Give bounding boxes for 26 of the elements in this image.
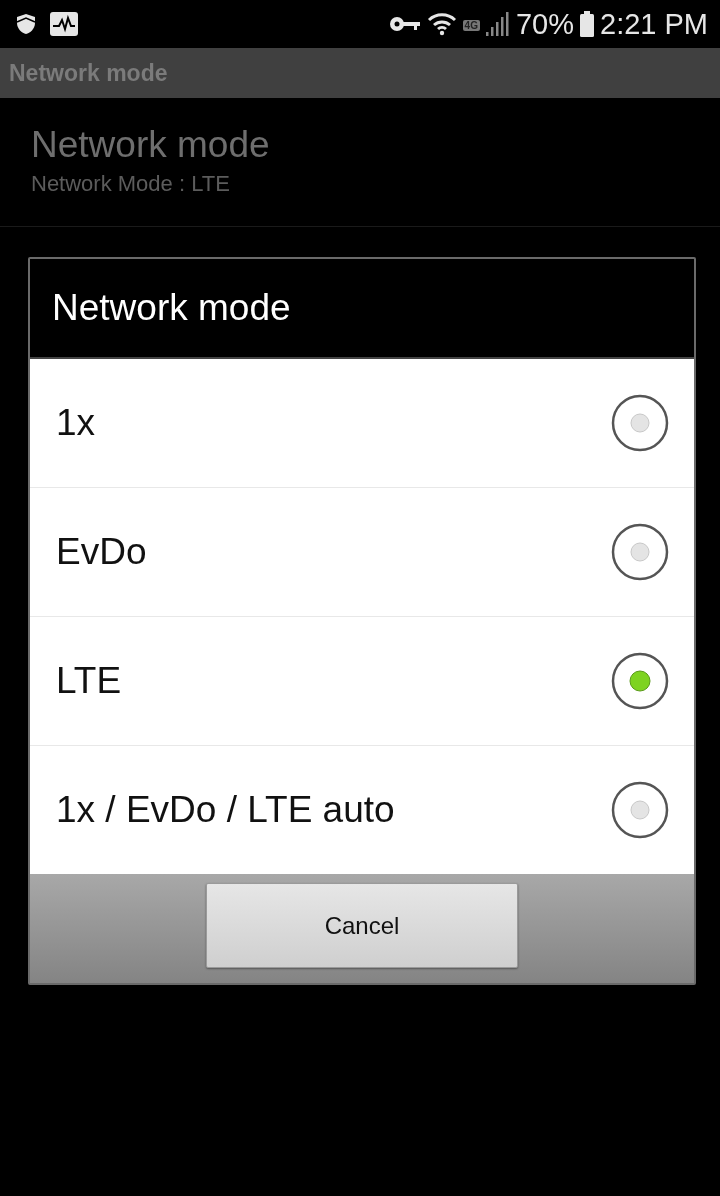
wifi-icon (426, 12, 457, 36)
signal-icon (485, 12, 510, 36)
dialog-title: Network mode (52, 287, 291, 329)
preference-summary: Network Mode : LTE (31, 171, 230, 197)
option-row[interactable]: 1x (30, 359, 694, 488)
option-row[interactable]: EvDo (30, 488, 694, 617)
shield-icon (16, 13, 36, 35)
preference-title: Network mode (31, 124, 270, 166)
option-row[interactable]: LTE (30, 617, 694, 746)
radio-button[interactable] (611, 781, 669, 839)
battery-percent: 70% (515, 7, 574, 41)
key-icon (388, 15, 421, 33)
cancel-button[interactable]: Cancel (206, 883, 518, 968)
clock-time: 2:21 PM (600, 7, 708, 41)
radio-button[interactable] (611, 523, 669, 581)
option-label: EvDo (56, 531, 147, 573)
option-label: LTE (56, 660, 122, 702)
radio-button[interactable] (611, 652, 669, 710)
option-row[interactable]: 1x / EvDo / LTE auto (30, 746, 694, 874)
network-type-badge: 4G (462, 19, 480, 31)
app-bar-title: Network mode (9, 59, 168, 87)
radio-button[interactable] (611, 394, 669, 452)
option-label: 1x / EvDo / LTE auto (56, 789, 395, 831)
activity-icon (50, 12, 78, 36)
option-label: 1x (56, 402, 96, 444)
battery-icon (580, 11, 594, 37)
